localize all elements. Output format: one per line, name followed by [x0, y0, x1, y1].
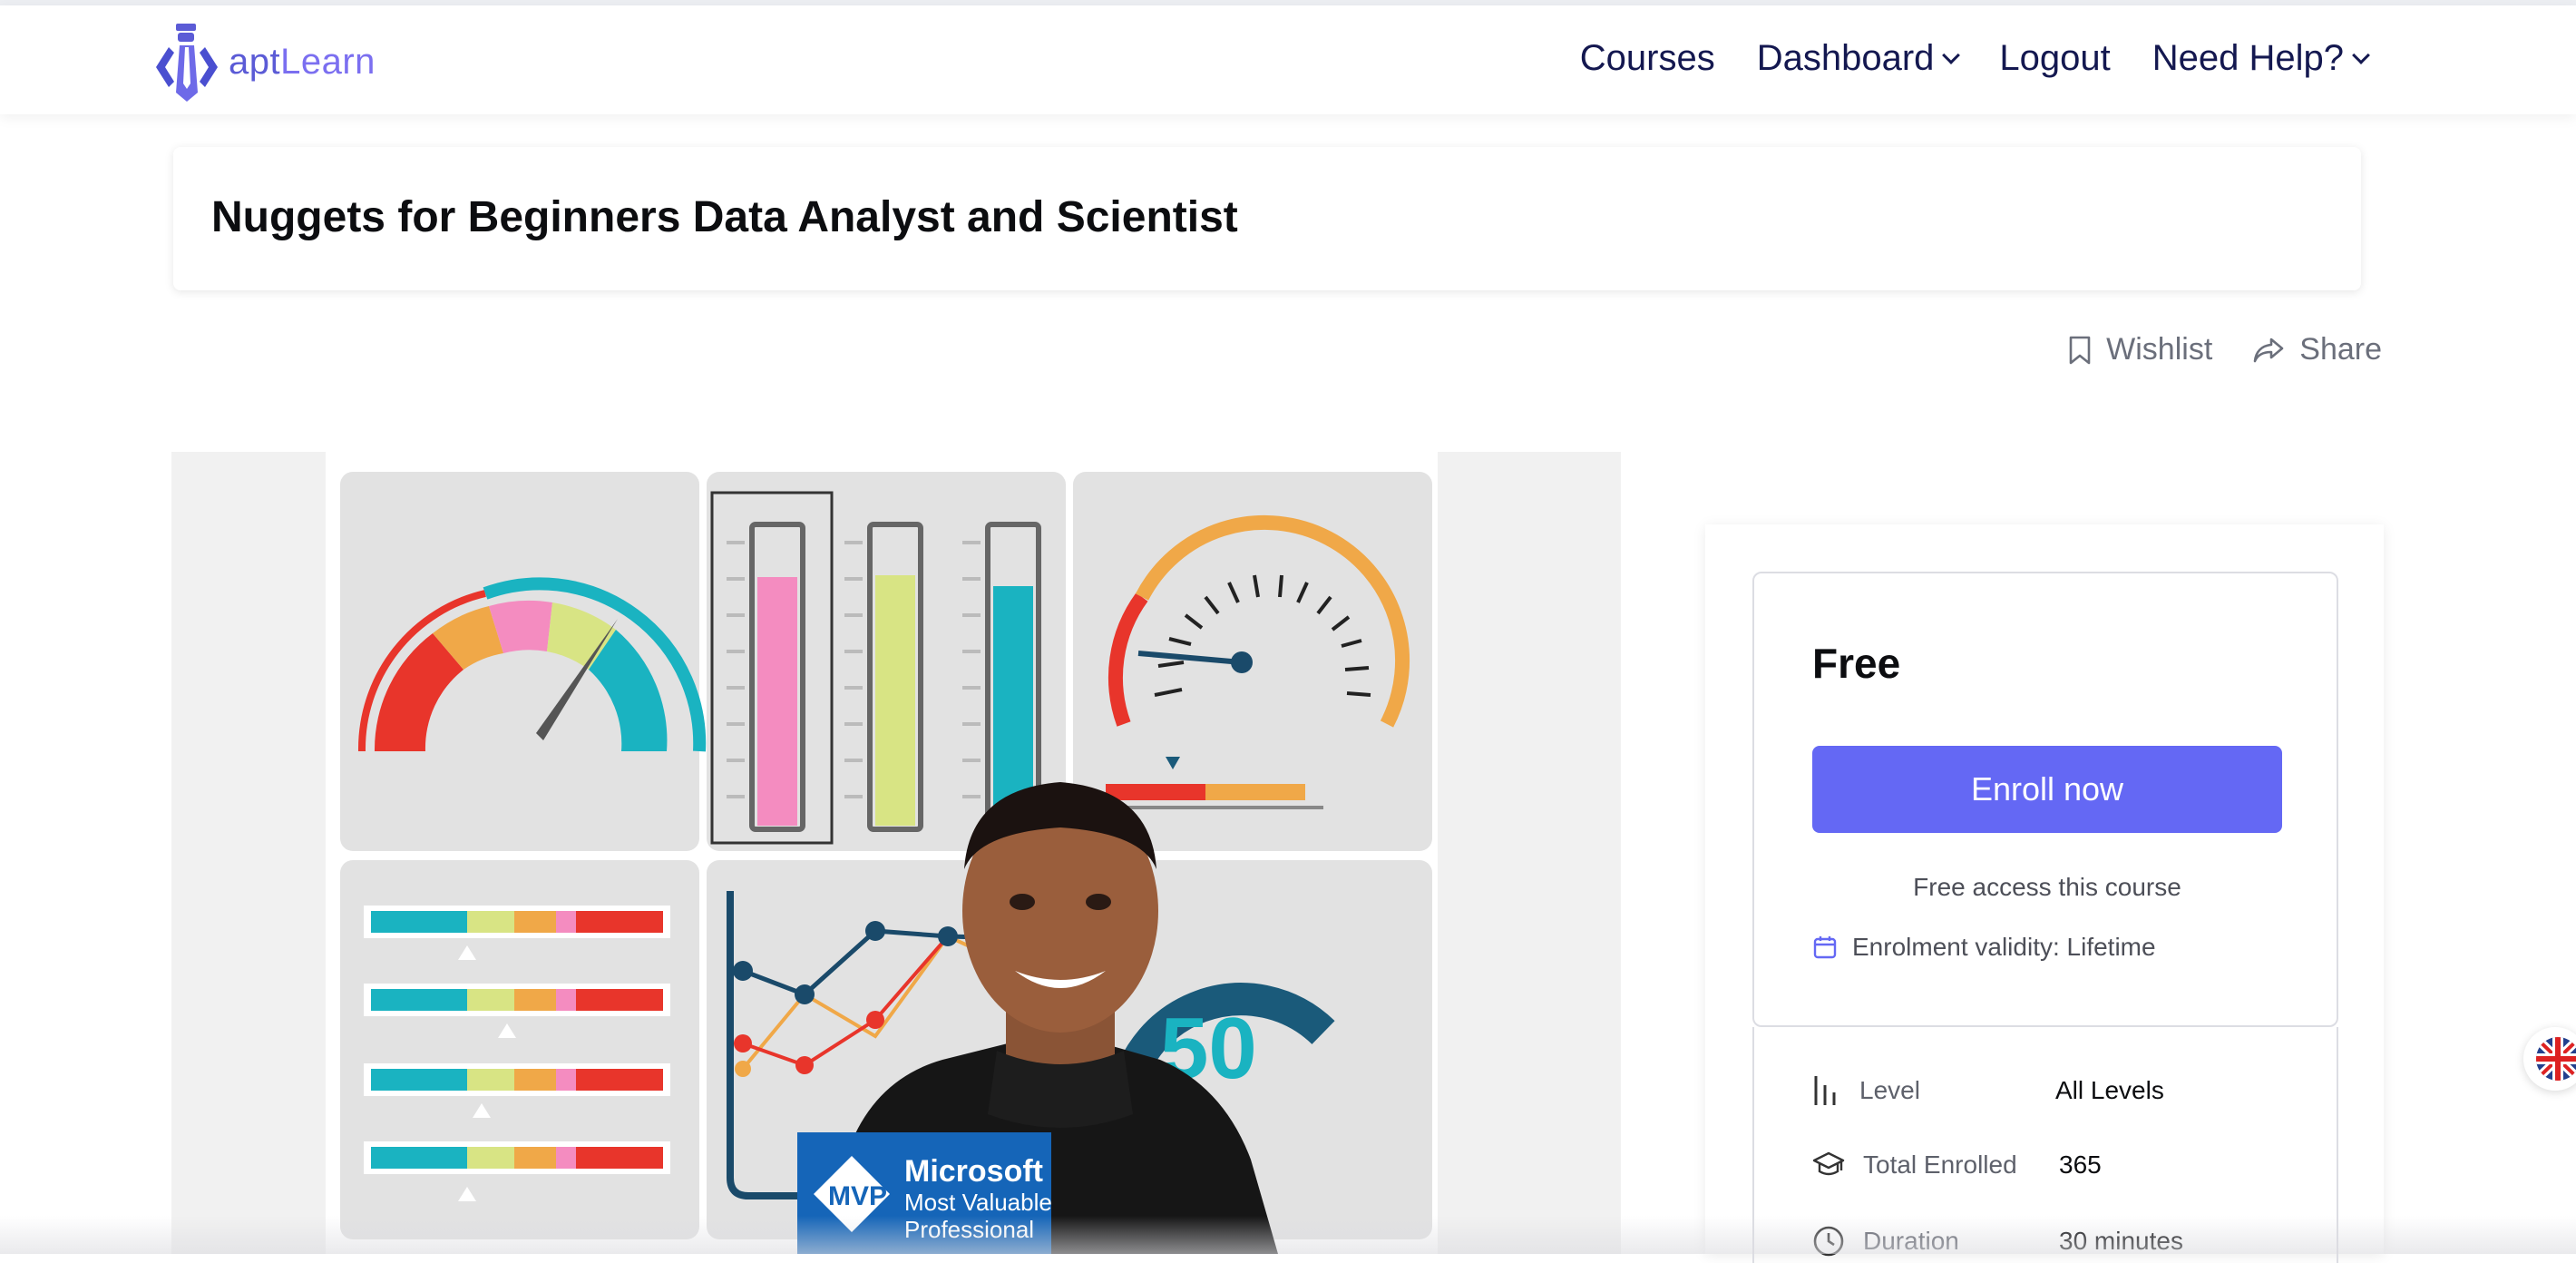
- logo-wordmark-apt: apt: [229, 41, 281, 82]
- pricing-card: Free Enroll now Free access this course …: [1752, 572, 2338, 1027]
- site-header: aptLearn Courses Dashboard Logout Need H…: [0, 5, 2576, 114]
- main-nav: Courses Dashboard Logout Need Help?: [1580, 38, 2370, 79]
- language-switcher[interactable]: [2523, 1027, 2576, 1091]
- logo-wordmark-learn: Learn: [280, 41, 376, 82]
- share-button[interactable]: Share: [2252, 332, 2382, 367]
- share-label: Share: [2299, 332, 2382, 367]
- info-value-enrolled: 365: [2059, 1150, 2102, 1179]
- nav-courses[interactable]: Courses: [1580, 38, 1715, 79]
- chevron-down-icon: [2352, 45, 2370, 64]
- wishlist-button[interactable]: Wishlist: [2068, 332, 2212, 367]
- info-row-enrolled: Total Enrolled 365: [1812, 1150, 2102, 1180]
- instructor-photo: MVP Microsoft Most Valuable Professional: [797, 782, 1278, 1254]
- nav-need-help-label: Need Help?: [2152, 38, 2344, 78]
- level-bars-icon: [1814, 1076, 1836, 1105]
- course-title-card: Nuggets for Beginners Data Analyst and S…: [173, 147, 2361, 290]
- mvp-badge-line2: Most Valuable: [904, 1189, 1052, 1216]
- info-row-level: Level All Levels: [1812, 1074, 2164, 1107]
- enroll-now-label: Enroll now: [1970, 770, 2124, 808]
- uk-flag-icon: [2536, 1037, 2576, 1081]
- info-row-duration: Duration 30 minutes: [1812, 1225, 2183, 1258]
- course-info-list: Level All Levels Total Enrolled 365 Dura…: [1752, 1027, 2338, 1263]
- course-title: Nuggets for Beginners Data Analyst and S…: [211, 193, 1238, 241]
- nav-dashboard-label: Dashboard: [1756, 38, 1935, 78]
- nav-need-help[interactable]: Need Help?: [2152, 38, 2370, 79]
- logo-icon: [156, 24, 218, 102]
- nav-dashboard[interactable]: Dashboard: [1756, 38, 1961, 79]
- bookmark-icon: [2069, 336, 2091, 364]
- calendar-icon: [1813, 936, 1837, 959]
- info-label-level: Level: [1859, 1076, 1920, 1104]
- info-label-enrolled: Total Enrolled: [1863, 1150, 2017, 1179]
- enrolment-validity: Enrolment validity: Lifetime: [1812, 933, 2156, 962]
- mvp-badge-line3: Professional: [904, 1216, 1034, 1243]
- info-label-duration: Duration: [1863, 1227, 1959, 1255]
- course-preview-image[interactable]: 50 MVP Microsoft Most Valuable Professio…: [171, 452, 1621, 1254]
- course-actions: Wishlist Share: [2068, 332, 2382, 367]
- clock-icon: [1813, 1226, 1844, 1257]
- graduation-cap-icon: [1812, 1151, 1845, 1176]
- course-thumbnail: 50 MVP Microsoft Most Valuable Professio…: [326, 452, 1438, 1254]
- aptlearn-logo[interactable]: aptLearn: [151, 20, 376, 103]
- wishlist-label: Wishlist: [2106, 332, 2213, 367]
- share-icon: [2253, 338, 2284, 362]
- info-value-level: All Levels: [2055, 1076, 2164, 1104]
- nav-courses-label: Courses: [1579, 38, 1715, 78]
- info-value-duration: 30 minutes: [2059, 1227, 2183, 1255]
- mvp-badge-abbrev: MVP: [828, 1181, 887, 1211]
- chevron-down-icon: [1942, 45, 1961, 64]
- course-price: Free: [1812, 640, 1901, 687]
- logo-wordmark: aptLearn: [229, 42, 376, 83]
- free-access-text: Free access this course: [1913, 873, 2181, 901]
- nav-logout-label: Logout: [1999, 38, 2111, 78]
- course-sidebar: Free Enroll now Free access this course …: [1705, 524, 2384, 1263]
- enrolment-validity-label: Enrolment validity: Lifetime: [1852, 933, 2156, 961]
- nav-logout[interactable]: Logout: [1999, 38, 2110, 79]
- mvp-badge-line1: Microsoft: [904, 1154, 1043, 1189]
- enroll-now-button[interactable]: Enroll now: [1812, 746, 2282, 833]
